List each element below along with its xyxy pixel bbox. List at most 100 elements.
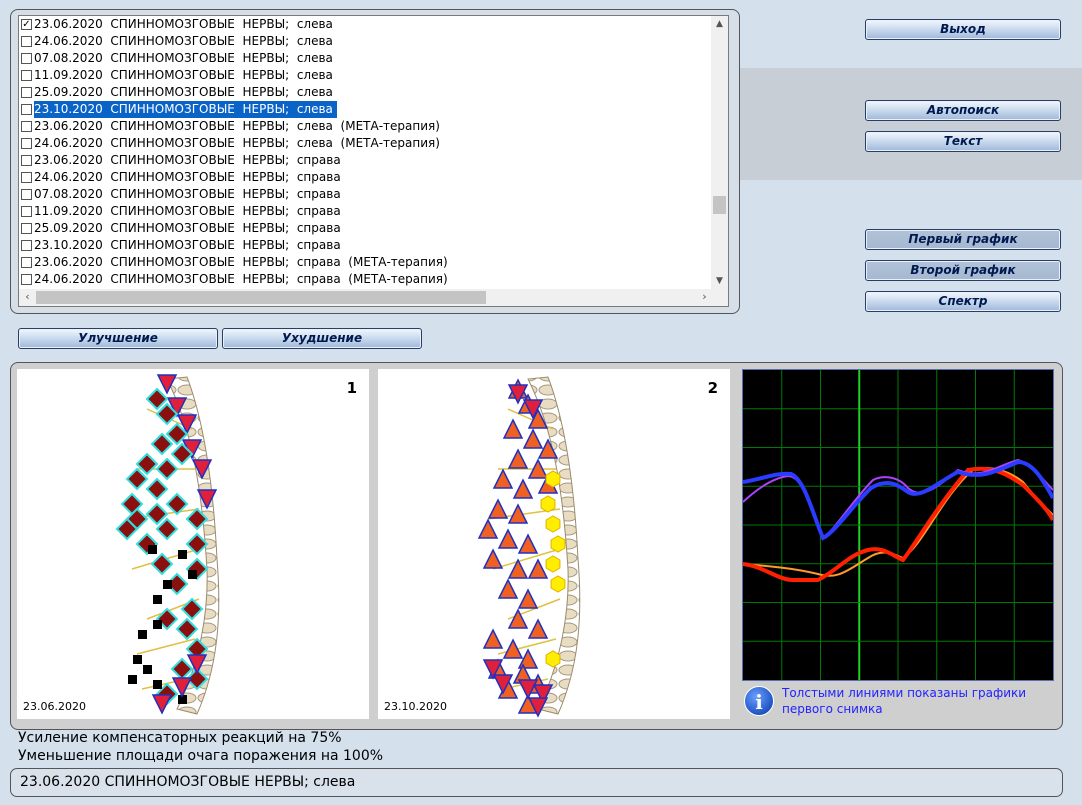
checkbox-icon[interactable]: [21, 189, 32, 200]
deterioration-button[interactable]: Ухудшение: [222, 328, 422, 349]
list-item[interactable]: 25.09.2020 СПИННОМОЗГОВЫЕ НЕРВЫ; справа: [19, 220, 713, 237]
triangle-marker-icon: [517, 648, 539, 669]
scroll-up-icon[interactable]: ▲: [711, 16, 728, 33]
triangle-marker-icon: [527, 558, 549, 579]
square-marker-icon: [163, 580, 172, 589]
hexagon-marker-icon: [550, 535, 566, 553]
triangle-marker-icon: [522, 428, 544, 449]
list-item-label: 11.09.2020 СПИННОМОЗГОВЫЕ НЕРВЫ; слева: [34, 68, 333, 82]
diamond-marker-icon: [180, 597, 204, 621]
list-item-label: 23.10.2020 СПИННОМОЗГОВЫЕ НЕРВЫ; слева: [34, 101, 337, 118]
info-icon: i: [744, 686, 774, 716]
list-item[interactable]: 24.06.2020 СПИННОМОЗГОВЫЕ НЕРВЫ; слева: [19, 33, 713, 50]
list-item[interactable]: 24.06.2020 СПИННОМОЗГОВЫЕ НЕРВЫ; справа …: [19, 271, 713, 288]
square-marker-icon: [133, 655, 142, 664]
second-snapshot-panel[interactable]: 2 23.10.2020: [378, 369, 730, 719]
list-item-label: 24.06.2020 СПИННОМОЗГОВЫЕ НЕРВЫ; слева: [34, 34, 333, 48]
first-snapshot-image: [115, 374, 220, 715]
triangle-marker-icon: [477, 518, 499, 539]
list-item-label: 23.06.2020 СПИННОМОЗГОВЫЕ НЕРВЫ; справа …: [34, 255, 448, 269]
exit-button[interactable]: Выход: [865, 19, 1061, 40]
triangle-marker-icon: [527, 618, 549, 639]
text-button[interactable]: Текст: [865, 131, 1061, 152]
checkbox-icon[interactable]: [21, 257, 32, 268]
square-marker-icon: [153, 595, 162, 604]
horizontal-scrollbar[interactable]: ‹ ›: [19, 289, 713, 306]
checkbox-icon[interactable]: [21, 223, 32, 234]
square-marker-icon: [143, 665, 152, 674]
comparison-graph[interactable]: [742, 369, 1055, 681]
checkbox-icon[interactable]: [21, 206, 32, 217]
checkbox-icon[interactable]: [21, 172, 32, 183]
checkbox-icon[interactable]: [21, 36, 32, 47]
diamond-marker-icon: [150, 552, 174, 576]
snapshot-date: 23.06.2020: [23, 700, 86, 713]
vertical-scroll-thumb[interactable]: [713, 196, 726, 214]
checkbox-icon[interactable]: [21, 274, 32, 285]
spectrum-button[interactable]: Спектр: [865, 291, 1061, 312]
diamond-marker-icon: [155, 457, 179, 481]
panel-number: 2: [707, 379, 718, 397]
square-marker-icon: [138, 630, 147, 639]
panel-number: 1: [346, 379, 357, 397]
scroll-down-icon[interactable]: ▼: [711, 273, 728, 290]
triangle-marker-icon: [507, 448, 529, 469]
checkbox-icon[interactable]: [21, 53, 32, 64]
list-item[interactable]: 23.06.2020 СПИННОМОЗГОВЫЕ НЕРВЫ; слева (…: [19, 118, 713, 135]
list-item-label: 25.09.2020 СПИННОМОЗГОВЫЕ НЕРВЫ; справа: [34, 221, 341, 235]
list-item[interactable]: 23.06.2020 СПИННОМОЗГОВЫЕ НЕРВЫ; справа …: [19, 254, 713, 271]
checkbox-icon[interactable]: [21, 87, 32, 98]
square-marker-icon: [128, 675, 137, 684]
records-list[interactable]: ✓ 23.06.2020 СПИННОМОЗГОВЫЕ НЕРВЫ; слева 2…: [18, 15, 729, 307]
hexagon-marker-icon: [545, 515, 561, 533]
square-marker-icon: [153, 620, 162, 629]
hexagon-marker-icon: [540, 495, 556, 513]
first-snapshot-panel[interactable]: 1 23.06.2020: [17, 369, 369, 719]
square-marker-icon: [148, 545, 157, 554]
list-item-label: 23.06.2020 СПИННОМОЗГОВЫЕ НЕРВЫ; справа: [34, 153, 341, 167]
list-item-label: 25.09.2020 СПИННОМОЗГОВЫЕ НЕРВЫ; слева: [34, 85, 333, 99]
list-item-label: 24.06.2020 СПИННОМОЗГОВЫЕ НЕРВЫ; справа …: [34, 272, 448, 286]
list-item[interactable]: 24.06.2020 СПИННОМОЗГОВЫЕ НЕРВЫ; слева (…: [19, 135, 713, 152]
hexagon-marker-icon: [545, 555, 561, 573]
list-item[interactable]: 23.10.2020 СПИННОМОЗГОВЫЕ НЕРВЫ; справа: [19, 237, 713, 254]
list-item[interactable]: 23.10.2020 СПИННОМОЗГОВЫЕ НЕРВЫ; слева: [19, 101, 713, 118]
list-item[interactable]: ✓ 23.06.2020 СПИННОМОЗГОВЫЕ НЕРВЫ; слева: [19, 16, 713, 33]
checkbox-icon[interactable]: [21, 155, 32, 166]
list-item[interactable]: 07.08.2020 СПИННОМОЗГОВЫЕ НЕРВЫ; слева: [19, 50, 713, 67]
graph-grid: [743, 370, 1053, 680]
graph-note: Толстыми линиями показаны графики первог…: [782, 686, 1027, 716]
list-item[interactable]: 24.06.2020 СПИННОМОЗГОВЫЕ НЕРВЫ; справа: [19, 169, 713, 186]
square-marker-icon: [153, 680, 162, 689]
header-band: [738, 68, 1082, 180]
list-item[interactable]: 11.09.2020 СПИННОМОЗГОВЫЕ НЕРВЫ; справа: [19, 203, 713, 220]
list-item[interactable]: 11.09.2020 СПИННОМОЗГОВЫЕ НЕРВЫ; слева: [19, 67, 713, 84]
autosearch-button[interactable]: Автопоиск: [865, 100, 1061, 121]
vertical-scrollbar[interactable]: ▲ ▼: [711, 16, 728, 290]
list-item[interactable]: 25.09.2020 СПИННОМОЗГОВЫЕ НЕРВЫ; слева: [19, 84, 713, 101]
list-item[interactable]: 07.08.2020 СПИННОМОЗГОВЫЕ НЕРВЫ; справа: [19, 186, 713, 203]
triangle-marker-icon: [497, 528, 519, 549]
list-item-label: 23.06.2020 СПИННОМОЗГОВЫЕ НЕРВЫ; слева (…: [34, 119, 440, 133]
checkbox-icon[interactable]: [21, 104, 32, 115]
checkbox-icon[interactable]: [21, 121, 32, 132]
horizontal-scroll-thumb[interactable]: [36, 291, 486, 304]
list-item-label: 07.08.2020 СПИННОМОЗГОВЫЕ НЕРВЫ; слева: [34, 51, 333, 65]
improvement-button[interactable]: Улучшение: [18, 328, 218, 349]
list-item[interactable]: 23.06.2020 СПИННОМОЗГОВЫЕ НЕРВЫ; справа: [19, 152, 713, 169]
status-line-1: Усиление компенсаторных реакций на 75%: [18, 730, 342, 746]
checkbox-icon[interactable]: [21, 70, 32, 81]
scroll-left-icon[interactable]: ‹: [19, 289, 36, 306]
diamond-marker-icon: [145, 477, 169, 501]
checkbox-icon[interactable]: [21, 138, 32, 149]
checkbox-icon[interactable]: ✓: [21, 19, 32, 30]
second-graph-button[interactable]: Второй график: [865, 260, 1061, 281]
second-snapshot-image: [477, 376, 581, 718]
current-record-field: 23.06.2020 СПИННОМОЗГОВЫЕ НЕРВЫ; слева: [10, 768, 1063, 797]
checkbox-icon[interactable]: [21, 240, 32, 251]
triangle-marker-icon: [492, 468, 514, 489]
square-marker-icon: [188, 570, 197, 579]
scrollbar-corner: [711, 289, 728, 306]
triangle-marker-icon: [517, 588, 539, 609]
first-graph-button[interactable]: Первый график: [865, 229, 1061, 250]
